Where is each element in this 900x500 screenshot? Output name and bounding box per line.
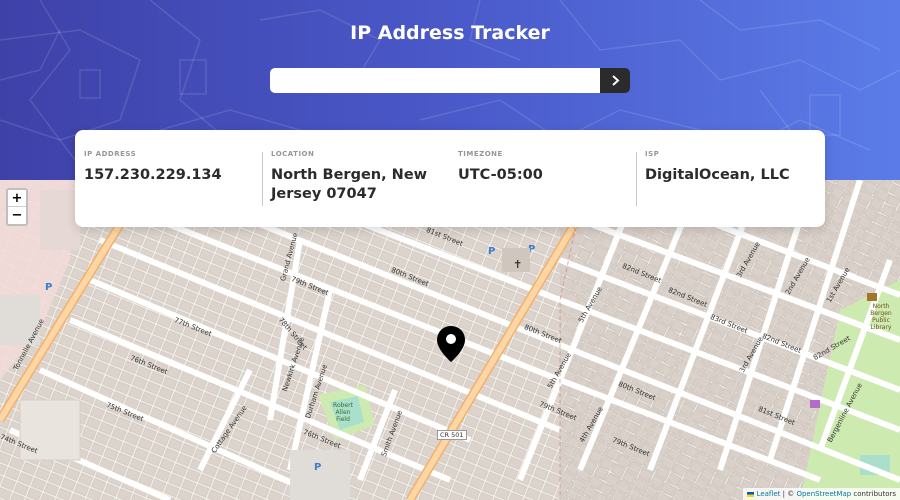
street-label: 82nd Street [621, 262, 663, 285]
street-label: 5th Avenue [546, 351, 573, 390]
attribution-separator: | © [780, 490, 797, 498]
library-label: North Bergen Public Library [870, 303, 892, 331]
street-label: 3rd Avenue [735, 240, 762, 279]
divider [636, 152, 637, 206]
isp-label: ISP [645, 150, 660, 158]
map-attribution: Leaflet | © OpenStreetMap contributors [743, 488, 900, 500]
street-label: 1st Avenue [825, 266, 852, 304]
street-label: 76th Street [129, 354, 169, 377]
street-label: 82nd Street [667, 286, 709, 309]
street-label: 79th Street [290, 275, 330, 298]
street-label: 4th Avenue [578, 405, 605, 444]
street-label: 79th Street [538, 400, 578, 423]
street-label: Durham Avenue [304, 363, 330, 420]
attribution-tail: contributors [851, 490, 896, 498]
street-label: 82nd Street [812, 334, 852, 362]
location-pin-icon[interactable] [436, 325, 466, 363]
location-value: North Bergen, New Jersey 07047 [271, 167, 428, 202]
divider [262, 152, 263, 206]
street-label: 80th Street [523, 323, 563, 346]
ukraine-flag-icon [747, 491, 755, 497]
street-label: 78th Street [276, 316, 309, 352]
street-label: 81st Street [757, 405, 796, 427]
ip-address-label: IP ADDRESS [84, 150, 137, 158]
street-label: 75th Street [105, 401, 145, 424]
street-label: Bergenline Avenue [826, 381, 865, 444]
timezone-section: TIMEZONE UTC-05:00 [449, 150, 636, 227]
street-label: 3rd Avenue [738, 335, 765, 374]
isp-value: DigitalOcean, LLC [645, 167, 790, 183]
osm-link[interactable]: OpenStreetMap [796, 490, 851, 498]
isp-section: ISP DigitalOcean, LLC [636, 150, 823, 227]
street-label: 5th Avenue [577, 285, 604, 324]
park-label: Robert Allen Field [333, 402, 353, 423]
street-label: Smith Avenue [380, 409, 405, 458]
street-label: Tonnelle Avenue [12, 317, 46, 372]
page-title: IP Address Tracker [350, 22, 550, 44]
street-label: 80th Street [617, 380, 657, 403]
street-label: 77th Street [173, 316, 213, 339]
zoom-in-button[interactable]: + [8, 190, 26, 207]
street-label: 74th Street [0, 433, 39, 456]
street-label: 81st Street [425, 226, 464, 248]
search-submit-button[interactable] [600, 68, 630, 93]
street-label: Cottage Avenue [210, 404, 249, 455]
zoom-control: + − [6, 188, 28, 226]
chevron-right-icon [611, 75, 619, 86]
road-shield: CR 501 [437, 430, 467, 440]
info-card: IP ADDRESS 157.230.229.134 LOCATION Nort… [75, 130, 825, 227]
leaflet-link[interactable]: Leaflet [757, 490, 781, 498]
search-form [270, 68, 630, 93]
street-label: 82nd Street [761, 332, 803, 355]
ip-address-value: 157.230.229.134 [84, 167, 222, 183]
timezone-label: TIMEZONE [458, 150, 503, 158]
street-label: 83rd Street [709, 313, 749, 336]
zoom-out-button[interactable]: − [8, 207, 26, 224]
street-label: 2nd Avenue [784, 255, 812, 296]
street-label: 79th Street [611, 436, 651, 459]
location-section: LOCATION North Bergen, New Jersey 07047 [262, 150, 449, 227]
ip-address-section: IP ADDRESS 157.230.229.134 [75, 150, 262, 227]
street-label: 80th Street [390, 266, 430, 289]
street-label: 76th Street [302, 428, 342, 451]
location-label: LOCATION [271, 150, 315, 158]
ip-search-input[interactable] [270, 68, 600, 93]
map-view[interactable]: P P P P ✝ Tonnelle Avenue Grand Avenue N… [0, 180, 900, 500]
timezone-value: UTC-05:00 [458, 167, 543, 183]
street-label: Grand Avenue [279, 231, 300, 283]
